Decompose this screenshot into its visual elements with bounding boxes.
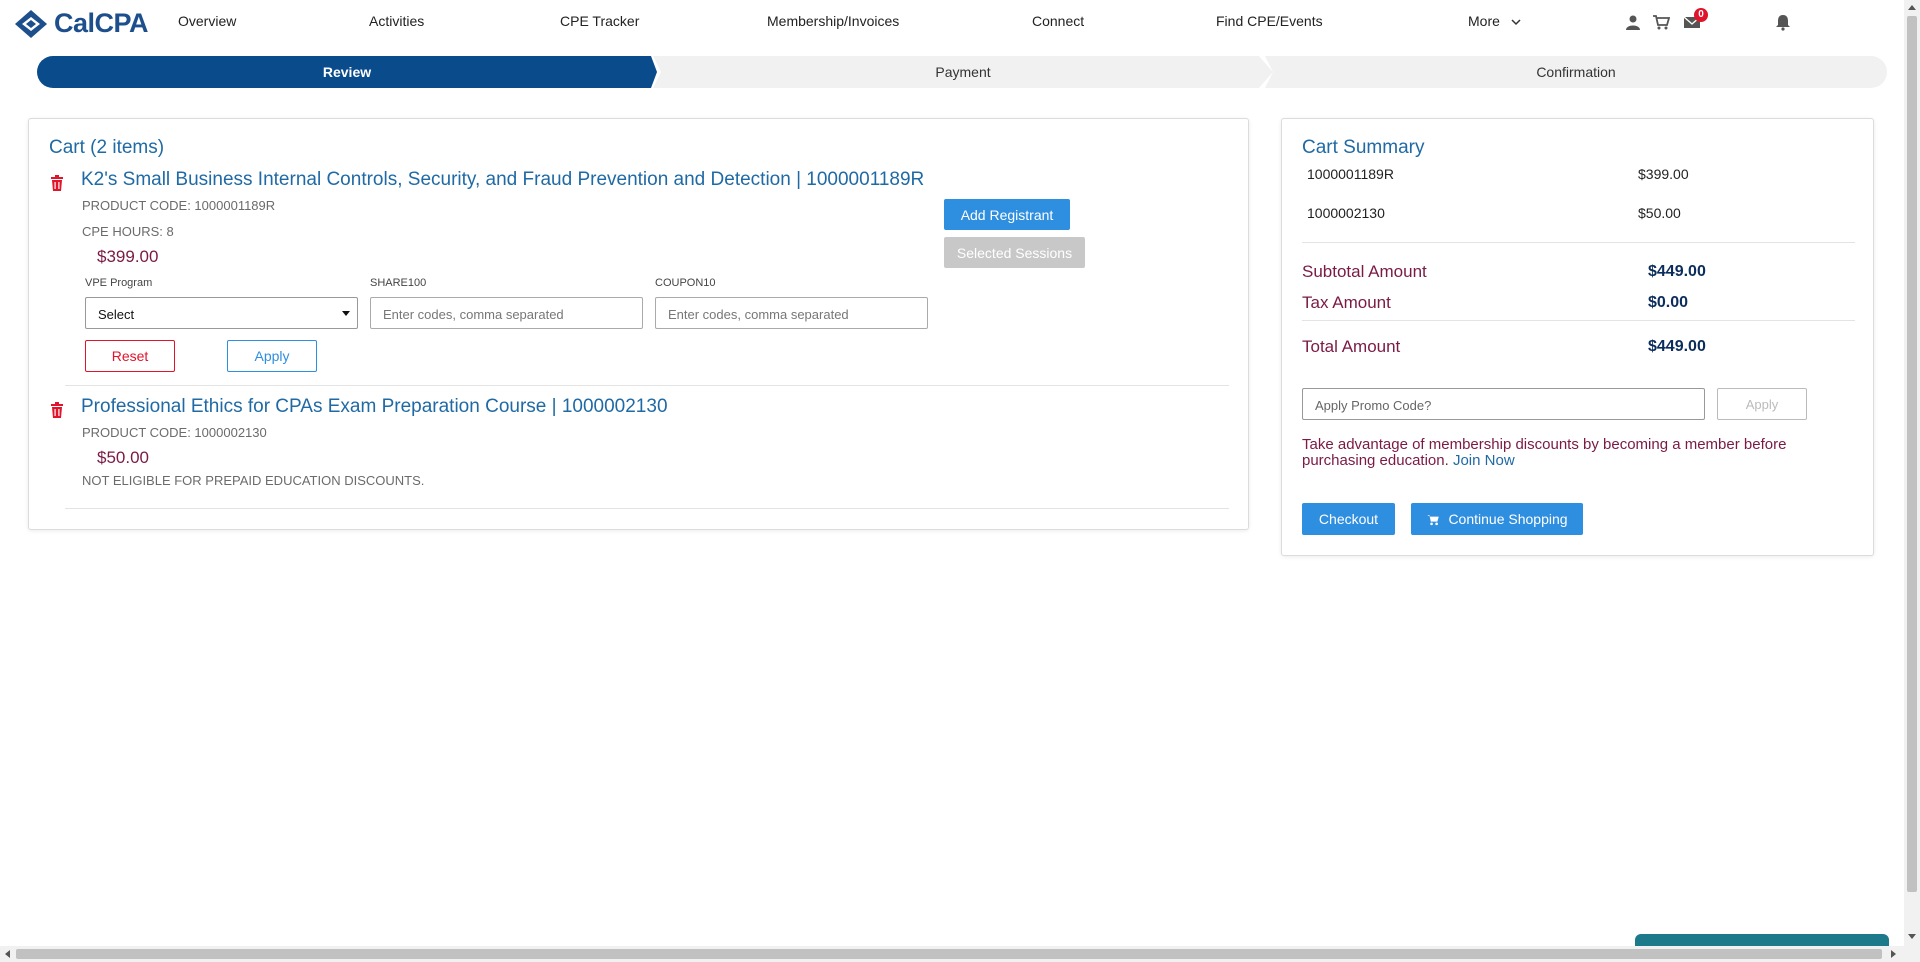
join-now-link[interactable]: Join Now bbox=[1453, 452, 1515, 469]
share-code-input[interactable]: Enter codes, comma separated bbox=[370, 297, 643, 329]
continue-shopping-label: Continue Shopping bbox=[1448, 511, 1568, 527]
item-price: $399.00 bbox=[97, 247, 159, 266]
scroll-up-arrow-icon[interactable] bbox=[1908, 5, 1916, 10]
cpe-hours: CPE HOURS: 8 bbox=[82, 224, 174, 239]
vpe-program-value: Select bbox=[98, 307, 135, 322]
summary-divider bbox=[1302, 242, 1855, 243]
cart-title: Cart (2 items) bbox=[49, 137, 165, 158]
checkout-progress: Review Payment Confirmation bbox=[37, 56, 1887, 88]
item-price: $50.00 bbox=[97, 448, 149, 467]
tax-value: $0.00 bbox=[1648, 294, 1689, 311]
vpe-program-label: VPE Program bbox=[85, 277, 153, 289]
promo-code-input[interactable]: Apply Promo Code? bbox=[1302, 388, 1705, 420]
nav-activities[interactable]: Activities bbox=[369, 13, 424, 29]
item-divider bbox=[65, 385, 1229, 386]
membership-note-text: Take advantage of membership discounts b… bbox=[1302, 436, 1787, 469]
item-divider bbox=[65, 508, 1229, 509]
chat-widget-tab[interactable] bbox=[1635, 934, 1889, 946]
vertical-scrollbar[interactable] bbox=[1904, 0, 1920, 962]
coupon-code-input[interactable]: Enter codes, comma separated bbox=[655, 297, 928, 329]
nav-find-cpe-events[interactable]: Find CPE/Events bbox=[1216, 13, 1323, 29]
cart-icon bbox=[1427, 514, 1440, 525]
summary-divider bbox=[1302, 320, 1855, 321]
step-review: Review bbox=[37, 56, 657, 88]
total-value: $449.00 bbox=[1648, 338, 1706, 355]
chevron-down-icon bbox=[1511, 19, 1521, 26]
top-navigation: CalCPA Overview Activities CPE Tracker M… bbox=[0, 0, 1900, 44]
discount-eligibility-note: NOT ELIGIBLE FOR PREPAID EDUCATION DISCO… bbox=[82, 473, 425, 488]
summary-line-amount: $50.00 bbox=[1638, 205, 1681, 221]
scroll-down-arrow-icon[interactable] bbox=[1908, 934, 1916, 939]
selected-sessions-button[interactable]: Selected Sessions bbox=[944, 237, 1085, 268]
tax-label: Tax Amount bbox=[1302, 293, 1391, 312]
membership-note: Take advantage of membership discounts b… bbox=[1302, 437, 1832, 469]
scroll-right-arrow-icon[interactable] bbox=[1891, 950, 1896, 958]
trash-icon[interactable] bbox=[50, 175, 64, 191]
nav-connect[interactable]: Connect bbox=[1032, 13, 1084, 29]
nav-cpe-tracker[interactable]: CPE Tracker bbox=[560, 13, 639, 29]
nav-more[interactable]: More bbox=[1468, 13, 1522, 29]
horizontal-scroll-thumb[interactable] bbox=[16, 949, 1882, 959]
reset-button[interactable]: Reset bbox=[85, 340, 175, 372]
apply-codes-button[interactable]: Apply bbox=[227, 340, 317, 372]
calcpa-logo-icon bbox=[15, 9, 47, 38]
cart-item-title[interactable]: Professional Ethics for CPAs Exam Prepar… bbox=[81, 396, 668, 418]
nav-more-label: More bbox=[1468, 13, 1500, 29]
checkout-button[interactable]: Checkout bbox=[1302, 503, 1395, 535]
coupon-code-label: COUPON10 bbox=[655, 277, 716, 289]
cart-summary-title: Cart Summary bbox=[1302, 137, 1425, 158]
step-confirmation: Confirmation bbox=[1265, 56, 1887, 88]
summary-line-code: 1000001189R bbox=[1307, 166, 1394, 182]
cart-panel: Cart (2 items) K2's Small Business Inter… bbox=[28, 118, 1249, 530]
bell-icon[interactable] bbox=[1774, 13, 1792, 31]
cart-icon[interactable] bbox=[1652, 13, 1670, 31]
share-code-label: SHARE100 bbox=[370, 277, 427, 289]
promo-apply-button[interactable]: Apply bbox=[1717, 388, 1807, 420]
cart-item-title[interactable]: K2's Small Business Internal Controls, S… bbox=[81, 169, 924, 191]
cart-summary-panel: Cart Summary 1000001189R $399.00 1000002… bbox=[1281, 118, 1874, 556]
step-payment: Payment bbox=[653, 56, 1273, 88]
vpe-program-select[interactable]: Select bbox=[85, 297, 358, 329]
nav-overview[interactable]: Overview bbox=[178, 13, 236, 29]
continue-shopping-button[interactable]: Continue Shopping bbox=[1411, 503, 1583, 535]
horizontal-scrollbar[interactable] bbox=[0, 946, 1904, 962]
mail-count-badge: 0 bbox=[1694, 8, 1708, 22]
scroll-left-arrow-icon[interactable] bbox=[5, 950, 10, 958]
trash-icon[interactable] bbox=[50, 402, 64, 418]
brand-name: CalCPA bbox=[54, 8, 149, 38]
summary-line-code: 1000002130 bbox=[1307, 205, 1385, 221]
product-code: PRODUCT CODE: 1000001189R bbox=[82, 198, 276, 213]
subtotal-label: Subtotal Amount bbox=[1302, 262, 1427, 281]
summary-line-amount: $399.00 bbox=[1638, 166, 1689, 182]
subtotal-value: $449.00 bbox=[1648, 263, 1706, 280]
total-label: Total Amount bbox=[1302, 337, 1401, 356]
user-icon[interactable] bbox=[1624, 13, 1642, 31]
nav-membership-invoices[interactable]: Membership/Invoices bbox=[767, 13, 899, 29]
vertical-scroll-thumb[interactable] bbox=[1907, 16, 1917, 892]
calcpa-logo[interactable]: CalCPA bbox=[14, 8, 149, 39]
product-code: PRODUCT CODE: 1000002130 bbox=[82, 425, 267, 440]
add-registrant-button[interactable]: Add Registrant bbox=[944, 199, 1070, 230]
dropdown-caret-icon bbox=[342, 311, 350, 316]
